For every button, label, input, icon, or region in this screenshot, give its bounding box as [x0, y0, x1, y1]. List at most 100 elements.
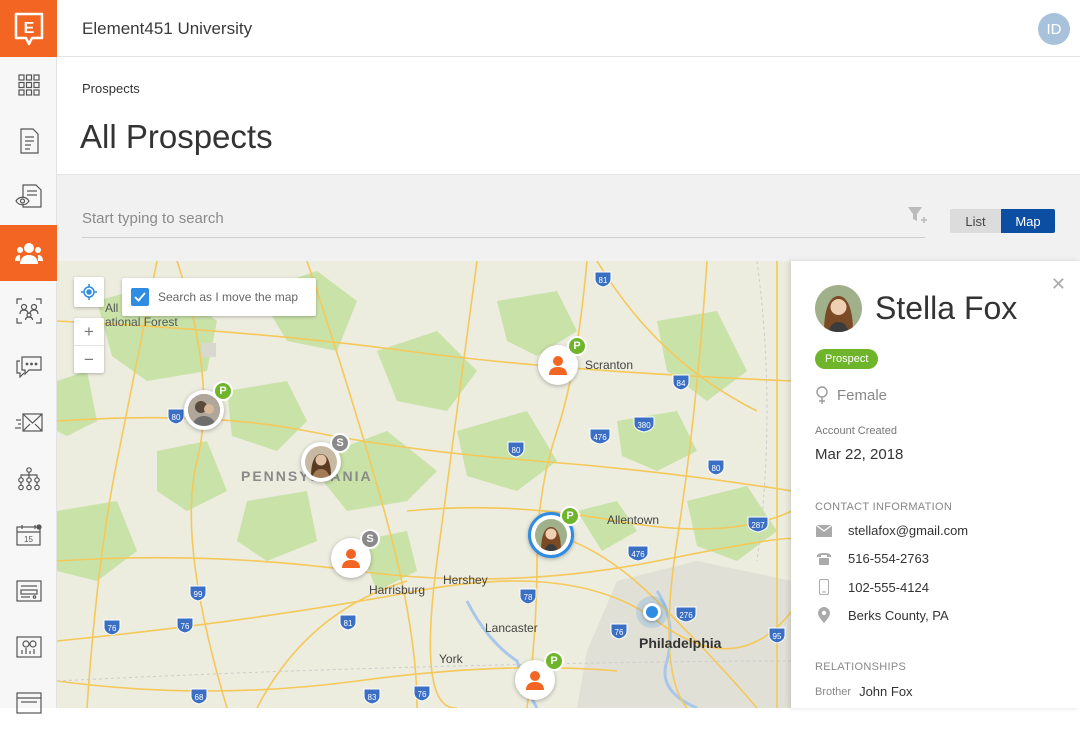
- svg-text:476: 476: [631, 550, 645, 559]
- prospect-pin-selected[interactable]: P: [528, 506, 580, 558]
- grid-icon: [17, 74, 40, 96]
- interstate-shield: 80: [507, 441, 525, 463]
- nav-applications[interactable]: [0, 113, 57, 169]
- svg-text:81: 81: [344, 619, 353, 628]
- prospect-badge: P: [544, 651, 564, 671]
- crosshair-icon: [81, 284, 97, 300]
- prospect-pin[interactable]: S: [331, 529, 380, 578]
- calendar-icon: 15: [15, 524, 42, 546]
- document-icon: [19, 128, 39, 154]
- svg-text:76: 76: [181, 622, 190, 631]
- prospect-pin[interactable]: P: [184, 381, 233, 430]
- person-icon: [526, 671, 544, 690]
- org-chart-icon: [17, 467, 40, 491]
- nav-conversations[interactable]: [0, 339, 57, 395]
- interstate-shield: 76: [176, 617, 194, 639]
- interstate-shield: 78: [519, 588, 537, 610]
- mobile-row[interactable]: 102-555-4124: [815, 579, 929, 595]
- phone-value[interactable]: 516-554-2763: [848, 551, 929, 566]
- search-as-move-label: Search as I move the map: [158, 290, 299, 304]
- page-title: All Prospects: [80, 118, 273, 155]
- map-label-york: York: [439, 652, 463, 666]
- prospect-badge: P: [567, 336, 587, 356]
- prospect-photo: [535, 519, 567, 551]
- svg-text:78: 78: [524, 593, 533, 602]
- account-created-value: Mar 22, 2018: [815, 446, 904, 463]
- map-label-hershey: Hershey: [443, 573, 488, 587]
- profile-panel: ✕ Stella Fox Prospect Female Account Cre…: [791, 261, 1080, 708]
- email-row[interactable]: stellafox@gmail.com: [815, 523, 968, 538]
- svg-text:80: 80: [512, 446, 521, 455]
- nav-people[interactable]: [0, 225, 57, 281]
- interstate-shield: 81: [594, 271, 612, 293]
- zoom-in-button[interactable]: +: [74, 318, 104, 345]
- relationships-heading: RELATIONSHIPS: [815, 661, 907, 673]
- nav-dashboard[interactable]: [0, 57, 57, 113]
- prospect-photo: [188, 394, 220, 426]
- mobile-value[interactable]: 102-555-4124: [848, 580, 929, 595]
- nav-events[interactable]: 15: [0, 507, 57, 563]
- layout-icon: [15, 692, 42, 714]
- sidebar: E 15: [0, 0, 57, 714]
- location-row: Berks County, PA: [815, 607, 949, 623]
- nav-campaigns[interactable]: [0, 395, 57, 451]
- female-icon: [816, 386, 828, 404]
- email-value[interactable]: stellafox@gmail.com: [848, 523, 968, 538]
- prospect-pin[interactable]: P: [538, 336, 587, 385]
- relationship-name[interactable]: John Fox: [859, 684, 912, 699]
- my-location-button[interactable]: [74, 277, 104, 307]
- nav-workflows[interactable]: [0, 451, 57, 507]
- interstate-shield: 287: [747, 516, 769, 538]
- interstate-shield: 476: [627, 545, 649, 567]
- prospect-pin[interactable]: P: [515, 651, 564, 700]
- svg-text:80: 80: [172, 413, 181, 422]
- prospect-badge: P: [213, 381, 233, 401]
- logo[interactable]: E: [0, 0, 57, 57]
- filter-add-icon[interactable]: [907, 206, 927, 224]
- map-label-lancaster: Lancaster: [485, 621, 538, 635]
- nav-decisions[interactable]: [0, 169, 57, 225]
- map-view-button[interactable]: Map: [1001, 209, 1055, 233]
- person-icon: [342, 549, 360, 568]
- interstate-shield: 76: [610, 623, 628, 645]
- map-label-harrisburg: Harrisburg: [369, 583, 426, 597]
- search-as-move-toggle[interactable]: Search as I move the map: [122, 278, 316, 316]
- zoom-out-button[interactable]: −: [74, 346, 104, 373]
- user-avatar[interactable]: ID: [1038, 13, 1070, 45]
- relationship-row[interactable]: Brother John Fox: [815, 684, 913, 699]
- map-pin-icon: [818, 607, 830, 623]
- nav-pages[interactable]: [0, 675, 57, 731]
- profile-name: Stella Fox: [875, 290, 1018, 326]
- svg-text:287: 287: [751, 521, 765, 530]
- person-icon: [549, 356, 567, 375]
- nav-forms[interactable]: [0, 563, 57, 619]
- interstate-shield: 80: [167, 408, 185, 430]
- nav-reports[interactable]: [0, 619, 57, 675]
- checkbox-checked[interactable]: [131, 288, 149, 306]
- interstate-shield: 95: [768, 627, 786, 649]
- prospect-pin[interactable]: S: [301, 433, 350, 482]
- current-location-dot: [643, 603, 661, 621]
- nav-segments[interactable]: [0, 283, 57, 339]
- map[interactable]: 81 84 380 476 80 80 80 287 476 78 99 76 …: [57, 261, 792, 708]
- phone-row[interactable]: 516-554-2763: [815, 551, 929, 566]
- svg-text:95: 95: [773, 632, 782, 641]
- map-label-philadelphia: Philadelphia: [639, 635, 722, 651]
- search-input[interactable]: [82, 199, 925, 238]
- map-label-allentown: Allentown: [607, 513, 660, 527]
- breadcrumb[interactable]: Prospects: [82, 81, 140, 96]
- svg-text:80: 80: [712, 464, 721, 473]
- svg-text:76: 76: [108, 624, 117, 633]
- prospect-badge: P: [560, 506, 580, 526]
- university-name: Element451 University: [82, 19, 253, 38]
- student-badge: S: [360, 529, 380, 549]
- svg-text:83: 83: [368, 693, 377, 702]
- check-icon: [134, 292, 146, 302]
- mail-icon: [14, 413, 43, 432]
- interstate-shield: 83: [363, 688, 381, 708]
- close-icon[interactable]: ✕: [1051, 274, 1066, 295]
- status-badge: Prospect: [815, 349, 879, 369]
- list-view-button[interactable]: List: [950, 209, 1001, 233]
- prospect-avatar: [519, 664, 551, 696]
- relationship-type: Brother: [815, 685, 852, 698]
